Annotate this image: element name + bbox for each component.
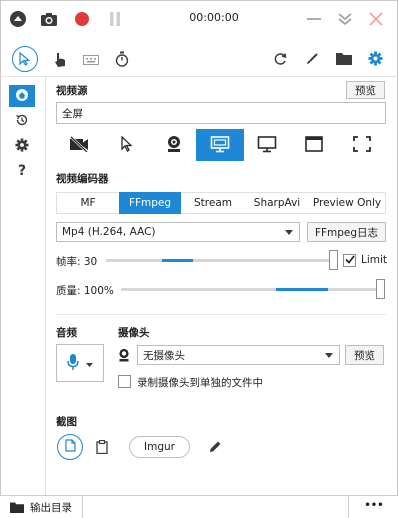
webcam-label: 摄像头 (118, 327, 150, 339)
quality-label: 质量: 100% (56, 285, 114, 297)
quality-slider-track[interactable] (121, 288, 383, 291)
screenshot-to-file-button[interactable] (57, 434, 83, 460)
source-region[interactable] (109, 129, 145, 161)
webcam-select-value: 无摄像头 (143, 349, 185, 362)
nav-settings[interactable] (9, 135, 35, 157)
quality-slider-fill (276, 288, 328, 291)
tab-preview-only[interactable]: Preview Only (309, 192, 385, 214)
folder-icon (10, 502, 24, 513)
ffmpeg-log-button[interactable]: FFmpeg日志 (307, 222, 386, 242)
status-divider (82, 496, 83, 518)
left-nav: ? (0, 77, 46, 495)
file-icon (64, 439, 76, 455)
nav-history[interactable] (9, 110, 35, 132)
history-icon (15, 113, 29, 130)
gear-icon (15, 137, 29, 155)
webcam-select[interactable]: 无摄像头 (137, 345, 340, 365)
framerate-label: 帧率: 30 (56, 256, 98, 268)
microphone-icon (67, 353, 79, 374)
tab-ffmpeg[interactable]: FFmpeg (119, 192, 181, 214)
imgur-button[interactable]: Imgur (129, 436, 190, 458)
source-preview-button[interactable]: 预览 (346, 81, 385, 99)
source-screen[interactable] (196, 129, 244, 161)
source-value-field: 全屏 (56, 102, 386, 124)
limit-checkbox[interactable] (343, 254, 356, 267)
cursor-tool-icon[interactable] (12, 46, 38, 72)
tab-stream[interactable]: Stream (181, 192, 245, 214)
status-divider (348, 496, 349, 518)
recording-timer: 00:00:00 (189, 11, 239, 24)
more-options-button[interactable]: ••• (355, 500, 393, 511)
webcam-icon (118, 348, 130, 362)
source-fullscreen[interactable] (344, 129, 380, 161)
status-bar: 输出目录 ••• (0, 495, 398, 518)
home-icon (15, 88, 29, 105)
limit-label: Limit (361, 254, 388, 266)
video-off-icon (69, 135, 89, 155)
tab-mf[interactable]: MF (57, 192, 119, 214)
collapse-up-icon[interactable] (9, 10, 27, 28)
minimize-icon[interactable] (305, 10, 323, 28)
source-value-text: 全屏 (62, 107, 83, 120)
pencil-icon[interactable] (208, 440, 222, 454)
chevron-down-icon (325, 349, 333, 361)
question-mark-icon: ? (17, 163, 27, 179)
output-folder-button[interactable]: 输出目录 (30, 500, 72, 515)
stopwatch-icon[interactable] (115, 51, 129, 67)
webcam-icon (166, 135, 182, 156)
webcam-preview-button[interactable]: 预览 (345, 345, 384, 365)
record-icon[interactable] (73, 10, 91, 28)
gear-icon[interactable] (368, 51, 383, 66)
chevron-down-icon (285, 226, 293, 238)
video-source-label: 视频源 (56, 85, 88, 97)
keyboard-icon[interactable] (83, 55, 99, 65)
brush-icon[interactable] (305, 52, 319, 66)
video-encoder-label: 视频编码器 (56, 173, 109, 185)
framerate-slider-track[interactable] (106, 259, 335, 262)
title-bar: 00:00:00 (0, 0, 398, 38)
hand-click-icon[interactable] (53, 52, 67, 68)
folder-icon[interactable] (336, 52, 352, 65)
webcam-separate-file-label: 录制摄像头到单独的文件中 (137, 377, 263, 389)
section-divider (56, 314, 386, 315)
chevron-down-icon (86, 357, 93, 370)
toolbar-divider (0, 76, 398, 77)
window-icon (305, 135, 323, 155)
screenshot-label: 截图 (56, 416, 77, 428)
microphone-dropdown[interactable] (56, 344, 104, 382)
tab-sharpavi[interactable]: SharpAvi (245, 192, 309, 214)
quality-slider-thumb[interactable] (376, 279, 385, 299)
pause-icon[interactable] (106, 10, 124, 28)
source-window[interactable] (296, 129, 332, 161)
clipboard-icon[interactable] (96, 439, 108, 455)
nav-help[interactable]: ? (9, 160, 35, 182)
audio-label: 音频 (56, 327, 77, 339)
nav-home[interactable] (9, 85, 35, 107)
source-monitor[interactable] (249, 129, 285, 161)
refresh-icon[interactable] (273, 52, 287, 66)
checkmark-icon (344, 255, 355, 267)
framerate-slider-fill (162, 259, 193, 262)
format-select[interactable]: Mp4 (H.264, AAC) (56, 222, 300, 242)
source-no-video[interactable] (61, 129, 97, 161)
double-chevron-down-icon[interactable] (336, 10, 354, 28)
screen-icon (210, 135, 230, 156)
fullscreen-icon (353, 135, 371, 155)
cursor-icon (121, 134, 133, 155)
source-webcam[interactable] (156, 129, 192, 161)
close-icon[interactable] (367, 10, 385, 28)
format-select-value: Mp4 (H.264, AAC) (62, 226, 156, 238)
monitor-icon (257, 135, 277, 156)
framerate-slider-thumb[interactable] (329, 250, 338, 270)
webcam-separate-file-checkbox[interactable] (118, 375, 131, 388)
camera-icon[interactable] (40, 10, 58, 28)
